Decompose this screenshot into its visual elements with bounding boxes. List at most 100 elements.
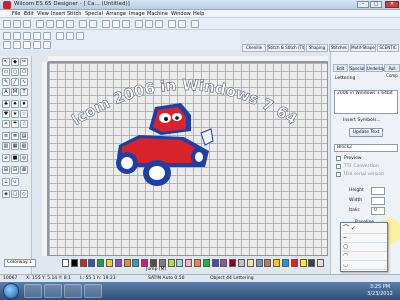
align-left-icon[interactable] [3, 41, 11, 49]
menu-window[interactable]: Window [171, 11, 191, 17]
rectangle-icon[interactable]: ▭ [2, 68, 10, 76]
realistic-view-icon[interactable] [145, 20, 153, 28]
start-button[interactable] [3, 283, 19, 299]
menu-image[interactable]: Image [129, 11, 145, 17]
insert-symbols-label[interactable]: Insert Symbols... [343, 118, 381, 123]
align-center-icon[interactable] [13, 41, 21, 49]
maximize-button[interactable]: □ [370, 1, 382, 8]
minimize-button[interactable]: – [357, 1, 369, 8]
color-swatch[interactable] [176, 259, 184, 267]
figure-f-icon[interactable]: ☆ [20, 110, 28, 118]
stitch-c-icon[interactable]: ▤ [20, 132, 28, 140]
font-select[interactable]: Block2 [334, 144, 398, 152]
color-swatch[interactable] [194, 259, 201, 267]
menu-stitch[interactable]: Stitch [67, 11, 81, 17]
stitch-f-icon[interactable]: ▧ [20, 142, 28, 150]
color-swatch[interactable] [167, 259, 175, 267]
color-swatch[interactable] [88, 259, 96, 267]
baseline-option[interactable]: ⌣ [343, 234, 387, 243]
tab-scentic[interactable]: SCENTIC [377, 44, 399, 52]
tab-shaping[interactable]: Shaping [306, 44, 328, 52]
run-icon[interactable] [56, 32, 64, 40]
trim-icon[interactable]: ⌀ [2, 154, 10, 162]
ttf-conversion-checkbox[interactable] [336, 164, 341, 169]
menu-insert[interactable]: Insert [51, 11, 65, 17]
tab-edit[interactable]: Edit [333, 64, 348, 72]
color-swatch[interactable] [79, 259, 87, 267]
italic-field[interactable]: 0 [371, 207, 385, 215]
color-swatch[interactable] [97, 259, 105, 267]
figure-b-icon[interactable]: ♠ [11, 100, 19, 108]
baseline-option[interactable]: ⌒ ✓ [343, 225, 387, 234]
stitch-d-icon[interactable]: ▥ [2, 142, 10, 150]
figure-e-icon[interactable]: ★ [11, 110, 19, 118]
tab-pull-comp[interactable]: Pull Comp [384, 64, 400, 78]
color-swatch[interactable] [299, 259, 307, 267]
menu-machine[interactable]: Machine [147, 11, 168, 17]
branch-icon[interactable]: ⟂ [2, 178, 10, 186]
tab-special[interactable]: Special [349, 64, 365, 72]
artwork-icon[interactable] [155, 20, 163, 28]
color-swatch[interactable] [238, 259, 245, 267]
color-swatch[interactable] [229, 259, 237, 267]
outline-icon[interactable]: ▢ [11, 190, 19, 198]
stop-icon[interactable]: ■ [11, 154, 19, 162]
figure-i-icon[interactable]: ☃ [20, 120, 28, 128]
menu-special[interactable]: Special [85, 11, 103, 17]
monogram-tool-icon[interactable]: M [11, 88, 19, 96]
figure-a-icon[interactable]: ♣ [2, 100, 10, 108]
complex-fill-icon[interactable] [43, 32, 51, 40]
folder-taskbar-icon[interactable] [64, 284, 82, 298]
explorer-taskbar-icon[interactable] [24, 284, 42, 298]
colorway-select[interactable]: Colorway 1 [4, 259, 36, 267]
select-icon[interactable] [3, 32, 11, 40]
color-swatch[interactable] [185, 259, 193, 267]
car-design[interactable] [116, 103, 214, 186]
lock-icon[interactable]: ⊠ [20, 166, 28, 174]
text-tool-icon[interactable]: A [2, 88, 10, 96]
hoop-icon[interactable] [122, 20, 130, 28]
color-swatch[interactable] [202, 259, 210, 267]
grid-icon[interactable] [112, 20, 120, 28]
team-names-icon[interactable]: T [20, 88, 28, 96]
serial-version-checkbox[interactable] [336, 172, 341, 177]
color-swatch[interactable] [246, 259, 254, 267]
paste-icon[interactable] [66, 20, 74, 28]
mirror-icon[interactable] [33, 41, 41, 49]
save-icon[interactable] [23, 20, 31, 28]
measure-icon[interactable] [168, 20, 176, 28]
color-swatch[interactable] [141, 259, 149, 267]
tab-stitches[interactable]: Stitches [329, 44, 349, 52]
menu-arrange[interactable]: Arrange [106, 11, 126, 17]
column-a-icon[interactable] [23, 32, 31, 40]
knife-icon[interactable]: ✂ [20, 58, 28, 66]
height-field[interactable] [371, 187, 385, 195]
new-file-icon[interactable] [3, 20, 11, 28]
figure-g-icon[interactable]: ☀ [2, 120, 10, 128]
cut-icon[interactable] [46, 20, 54, 28]
group-icon[interactable]: ⊞ [2, 166, 10, 174]
color-swatch[interactable] [211, 259, 219, 267]
stitch-b-icon[interactable]: ≣ [11, 132, 19, 140]
copy-icon[interactable] [56, 20, 64, 28]
open-file-icon[interactable] [13, 20, 21, 28]
zoom-icon[interactable] [102, 20, 110, 28]
redo-icon[interactable] [89, 20, 97, 28]
stitch-player-icon[interactable] [135, 20, 143, 28]
menu-view[interactable]: View [37, 11, 49, 17]
color-swatch[interactable] [255, 259, 263, 267]
figure-d-icon[interactable]: ♥ [2, 110, 10, 118]
color-swatch[interactable] [317, 259, 325, 267]
color-swatch[interactable] [158, 259, 166, 267]
tab-stitch-and-stitch[interactable]: Stitch & Stitch (TW) [267, 44, 305, 52]
pointer-icon[interactable]: ↖ [2, 58, 10, 66]
color-icon[interactable] [178, 20, 186, 28]
column-b-icon[interactable] [33, 32, 41, 40]
line-icon[interactable]: ╱ [11, 78, 19, 86]
color-swatch[interactable] [123, 259, 131, 267]
width-field[interactable] [371, 197, 385, 205]
curve-icon[interactable]: ∿ [20, 78, 28, 86]
menu-file[interactable]: File [12, 11, 20, 17]
tab-underlay[interactable]: Underlay [366, 64, 385, 72]
lettering-text-field[interactable]: 2006 in Windows 7 64bit [334, 90, 398, 114]
